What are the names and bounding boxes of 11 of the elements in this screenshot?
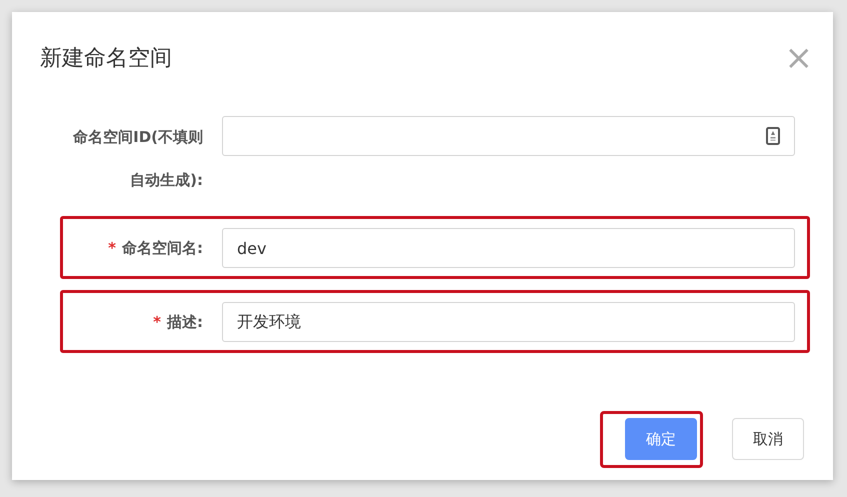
field-label: 命名空间ID(不填则自动生成):: [73, 128, 203, 189]
dialog-title: 新建命名空间: [40, 45, 172, 73]
input-field[interactable]: 开发环境: [222, 302, 795, 342]
required-mark: *: [108, 239, 116, 257]
input-field[interactable]: [222, 116, 795, 156]
input-field[interactable]: dev: [222, 228, 795, 268]
cancel-button[interactable]: 取消: [732, 418, 804, 460]
field-label: 描述:: [167, 313, 203, 331]
field-label: 命名空间名:: [122, 239, 203, 257]
id-card-icon[interactable]: [766, 127, 780, 145]
required-mark: *: [153, 313, 161, 331]
